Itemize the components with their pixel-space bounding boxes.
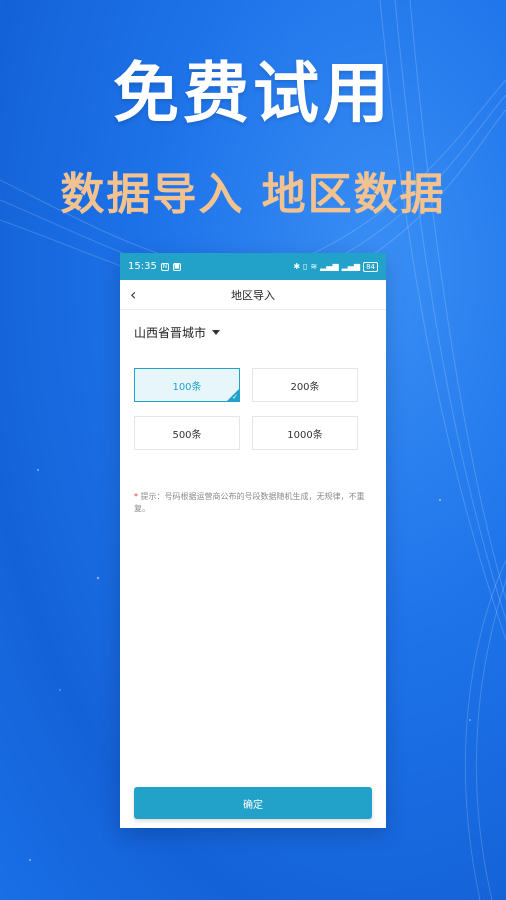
phone-screen: 15:35 N ■ ✱ ▯ ≋ ▂▄▆ ▂▄▆ 84 ‹ 地区导入 山西省晋城市… <box>120 253 386 828</box>
promo-headline: 免费试用 <box>113 55 393 132</box>
option-200[interactable]: 200条 <box>252 368 358 402</box>
wifi-icon: ≋ <box>310 262 318 271</box>
option-label: 500条 <box>172 429 202 441</box>
battery-icon: 84 <box>363 261 378 272</box>
signal-icon: ▂▄▆ <box>320 262 339 271</box>
option-1000[interactable]: 1000条 <box>252 416 358 450</box>
back-icon[interactable]: ‹ <box>130 285 136 304</box>
notification-icon: N <box>160 262 169 271</box>
check-icon: ✓ <box>232 393 238 401</box>
confirm-button[interactable]: 确定 <box>134 787 372 819</box>
app-notification-icon: ■ <box>172 262 181 271</box>
region-label: 山西省晋城市 <box>134 326 207 340</box>
caret-down-icon <box>212 330 221 335</box>
option-label: 1000条 <box>287 429 323 441</box>
region-selector[interactable]: 山西省晋城市 <box>134 324 386 341</box>
option-label: 100条 <box>172 381 202 393</box>
promo-subheadline: 数据导入 地区数据 <box>60 169 446 220</box>
signal-2-icon: ▂▄▆ <box>341 262 361 271</box>
tip-text: * 提示：号码根据运营商公布的号段数据随机生成，无规律，不重复。 <box>134 491 370 515</box>
option-100[interactable]: 100条 ✓ <box>134 368 240 402</box>
option-500[interactable]: 500条 <box>134 416 240 450</box>
page-title: 地区导入 <box>231 288 275 302</box>
nav-bar: ‹ 地区导入 <box>120 280 386 310</box>
option-label: 200条 <box>290 381 320 393</box>
vibrate-icon: ▯ <box>303 262 308 271</box>
tip-body: 提示：号码根据运营商公布的号段数据随机生成，无规律，不重复。 <box>134 492 365 513</box>
status-bar: 15:35 N ■ ✱ ▯ ≋ ▂▄▆ ▂▄▆ 84 <box>120 253 386 280</box>
status-time: 15:35 <box>128 261 157 272</box>
bluetooth-icon: ✱ <box>293 262 301 271</box>
